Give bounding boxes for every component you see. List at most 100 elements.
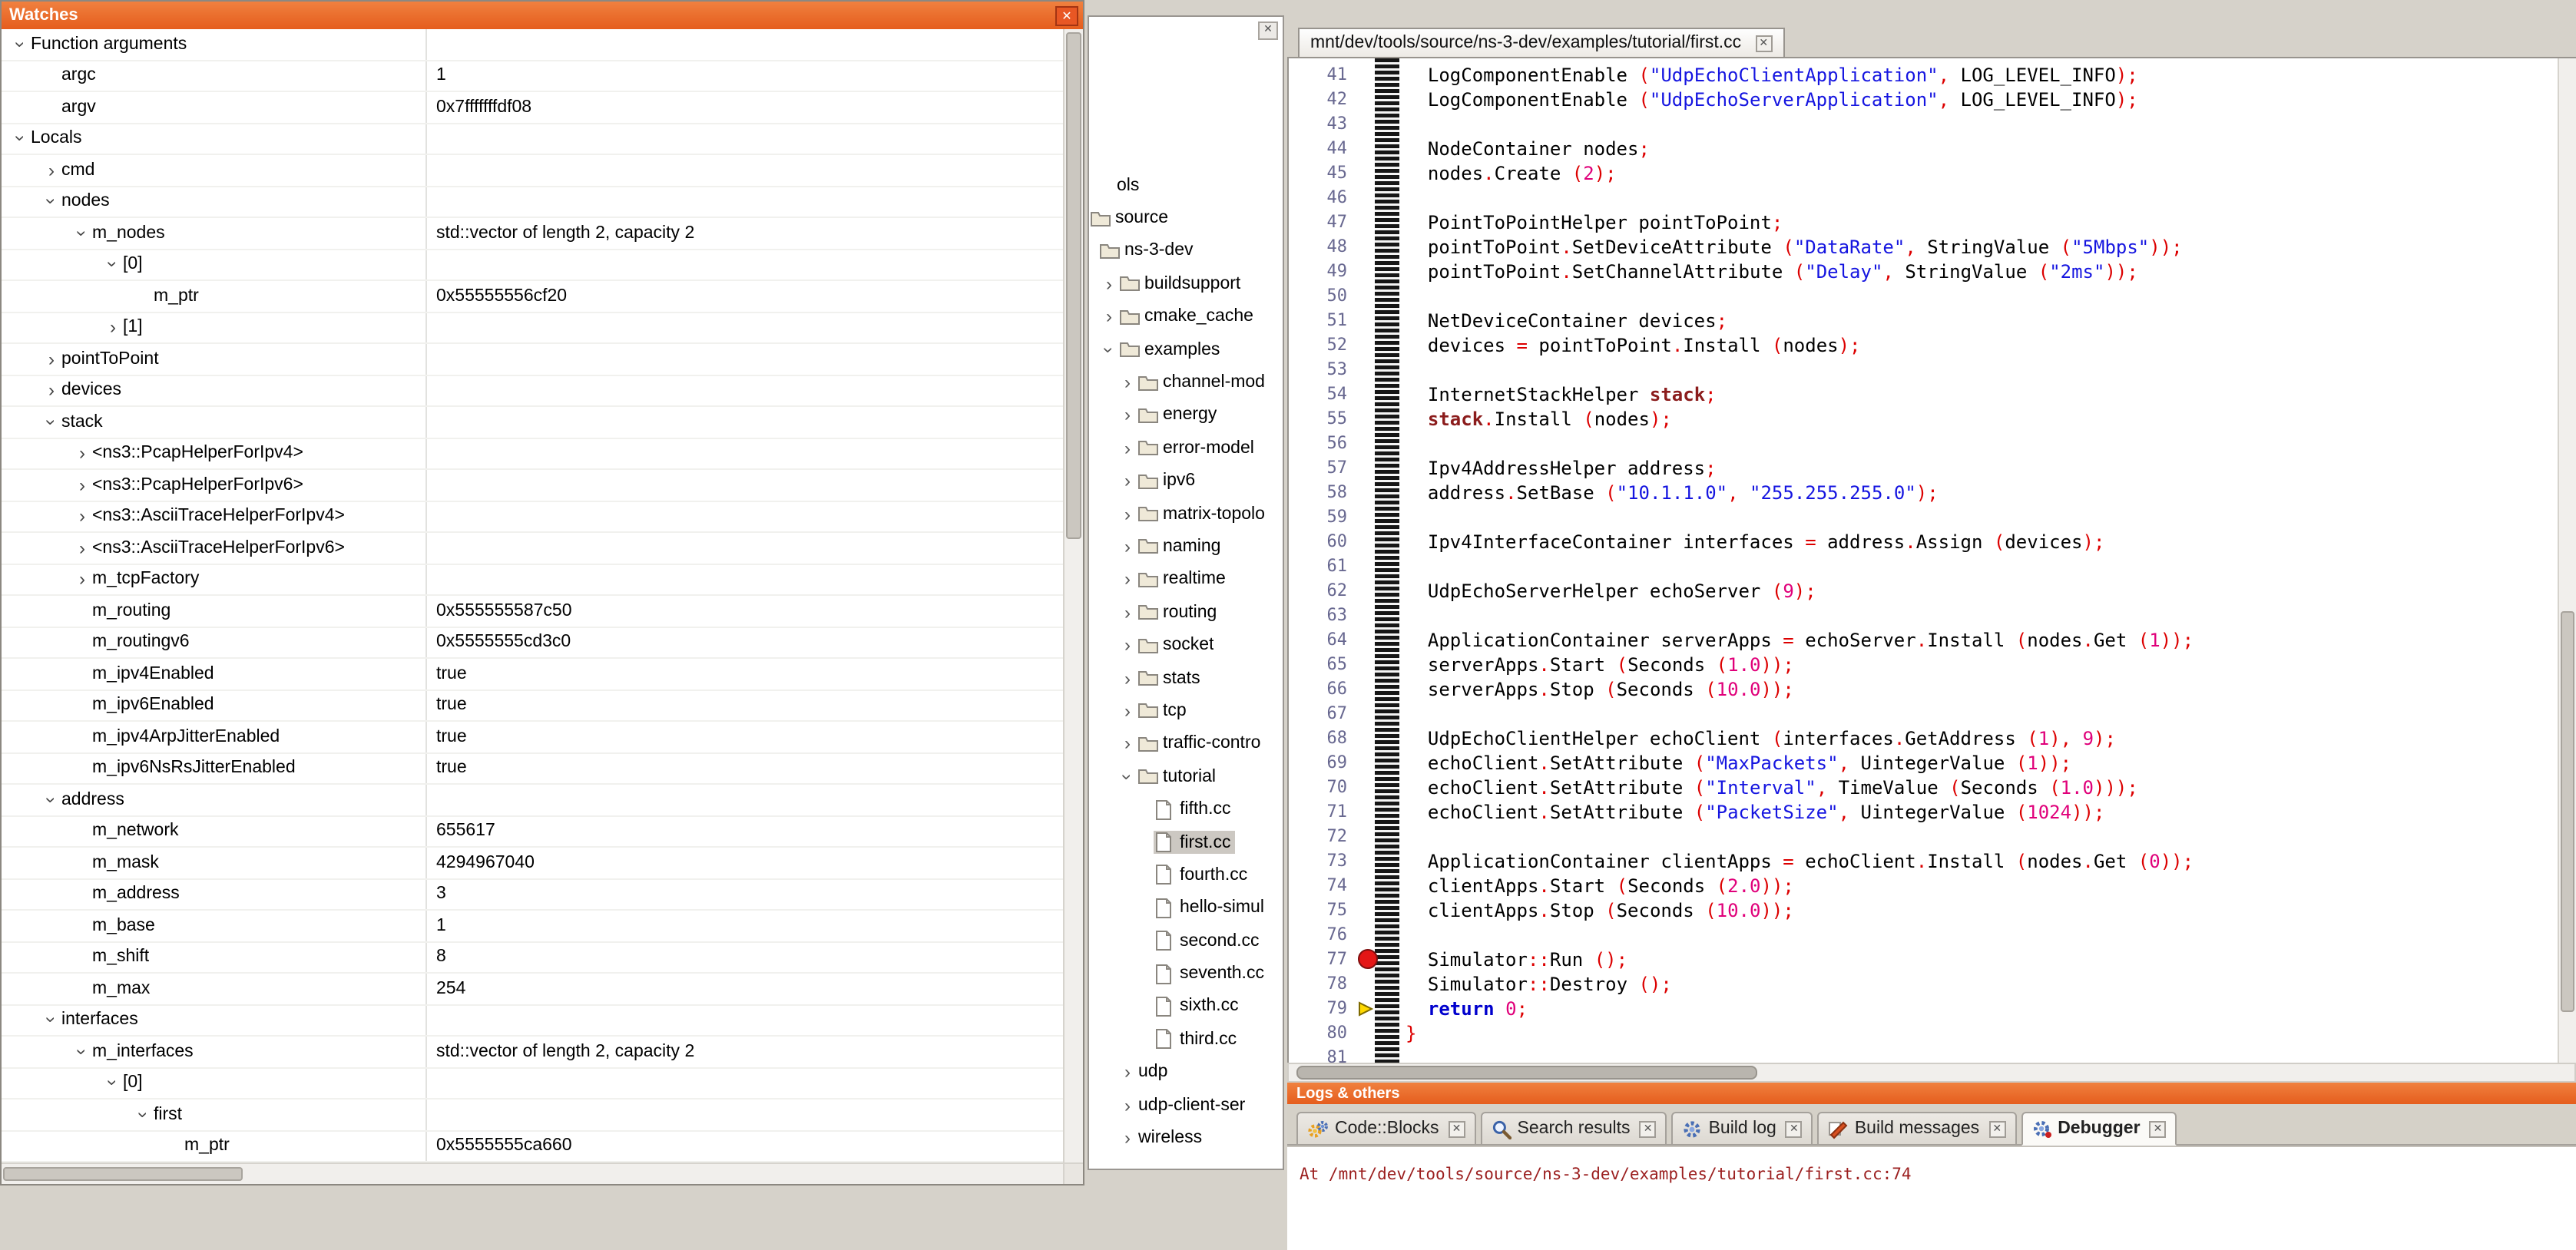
watch-row[interactable]: ›cmd xyxy=(2,155,1063,187)
expand-icon[interactable]: › xyxy=(1118,536,1137,557)
tab-close-icon[interactable]: ✕ xyxy=(1640,1120,1657,1137)
collapse-icon[interactable]: › xyxy=(133,1105,154,1125)
tree-item[interactable]: first.cc xyxy=(1089,826,1283,859)
expand-icon[interactable]: › xyxy=(1118,634,1137,656)
watch-row[interactable]: ›<ns3::AsciiTraceHelperForIpv6> xyxy=(2,533,1063,564)
watch-row[interactable]: m_ipv4Enabledtrue xyxy=(2,659,1063,690)
editor-tab-close-icon[interactable]: ✕ xyxy=(1755,35,1772,51)
watches-close-icon[interactable]: ✕ xyxy=(1055,5,1078,25)
watch-row[interactable]: ›[0] xyxy=(2,1068,1063,1100)
watch-row[interactable]: ›<ns3::AsciiTraceHelperForIpv4> xyxy=(2,501,1063,533)
expand-icon[interactable]: › xyxy=(1118,438,1137,459)
watch-row[interactable]: m_base1 xyxy=(2,911,1063,942)
expand-icon[interactable]: › xyxy=(72,475,92,496)
expand-icon[interactable]: › xyxy=(72,537,92,559)
expand-icon[interactable]: › xyxy=(1118,1061,1137,1083)
collapse-icon[interactable]: › xyxy=(1117,767,1138,785)
logs-titlebar[interactable]: Logs & others xyxy=(1287,1083,2576,1104)
tab-close-icon[interactable]: ✕ xyxy=(2150,1120,2167,1137)
tree-item[interactable]: ›tutorial xyxy=(1089,760,1283,793)
watch-row[interactable]: argv0x7fffffffdf08 xyxy=(2,92,1063,124)
expand-icon[interactable]: › xyxy=(41,380,61,402)
expand-icon[interactable]: › xyxy=(1118,1094,1137,1116)
expand-icon[interactable]: › xyxy=(103,317,123,339)
expand-icon[interactable]: › xyxy=(1100,273,1118,295)
expand-icon[interactable]: › xyxy=(41,349,61,370)
tree-item[interactable]: fourth.cc xyxy=(1089,858,1283,891)
expand-icon[interactable]: › xyxy=(1118,470,1137,491)
tree-item[interactable]: ›channel-mod xyxy=(1089,366,1283,399)
expand-icon[interactable]: › xyxy=(1118,667,1137,689)
tree-item[interactable]: second.cc xyxy=(1089,924,1283,957)
tree-item[interactable]: ›traffic-contro xyxy=(1089,727,1283,760)
editor-vertical-scrollbar[interactable] xyxy=(2558,58,2576,1063)
watch-row[interactable]: ›m_tcpFactory xyxy=(2,564,1063,596)
tree-item[interactable]: ›udp-client-ser xyxy=(1089,1089,1283,1122)
watches-vertical-scrollbar[interactable] xyxy=(1063,29,1083,1162)
watch-row[interactable]: ›address xyxy=(2,785,1063,816)
resize-grip[interactable] xyxy=(1063,1164,1083,1184)
tab-close-icon[interactable]: ✕ xyxy=(1449,1120,1465,1137)
watch-row[interactable]: m_ipv6Enabledtrue xyxy=(2,690,1063,722)
watch-row[interactable]: ›devices xyxy=(2,375,1063,407)
watch-row[interactable]: ›pointToPoint xyxy=(2,344,1063,375)
collapse-icon[interactable]: › xyxy=(71,1042,93,1062)
collapse-icon[interactable]: › xyxy=(102,255,124,275)
logs-tab-build-messages[interactable]: Build messages✕ xyxy=(1818,1112,2016,1146)
collapse-icon[interactable]: › xyxy=(10,129,31,149)
collapse-icon[interactable]: › xyxy=(41,412,62,432)
tree-item[interactable]: third.cc xyxy=(1089,1023,1283,1056)
watch-row[interactable]: m_ipv6NsRsJitterEnabledtrue xyxy=(2,753,1063,785)
expand-icon[interactable]: › xyxy=(1118,602,1137,623)
expand-icon[interactable]: › xyxy=(1118,569,1137,590)
tree-item[interactable]: ›udp xyxy=(1089,1056,1283,1089)
tree-item[interactable]: ns-3-dev xyxy=(1089,235,1283,268)
expand-icon[interactable]: › xyxy=(41,160,61,181)
tree-item[interactable]: ›tcp xyxy=(1089,695,1283,728)
tree-item[interactable]: ›error-model xyxy=(1089,432,1283,465)
watch-row[interactable]: ›interfaces xyxy=(2,1005,1063,1037)
logs-tab-build-log[interactable]: Build log✕ xyxy=(1672,1112,1813,1146)
watch-row[interactable]: m_routingv60x5555555cd3c0 xyxy=(2,627,1063,659)
tree-item[interactable]: ›energy xyxy=(1089,398,1283,432)
tree-item[interactable]: source xyxy=(1089,202,1283,235)
expand-icon[interactable]: › xyxy=(1118,700,1137,722)
watch-row[interactable]: m_max254 xyxy=(2,974,1063,1005)
expand-icon[interactable]: › xyxy=(72,506,92,527)
expand-icon[interactable]: › xyxy=(1118,405,1137,426)
tree-item[interactable]: seventh.cc xyxy=(1089,957,1283,990)
tree-item[interactable]: fifth.cc xyxy=(1089,793,1283,826)
tree-item[interactable]: ›cmake_cache xyxy=(1089,300,1283,333)
editor-horizontal-scrollbar[interactable] xyxy=(1287,1063,2576,1083)
watch-row[interactable]: argc1 xyxy=(2,61,1063,92)
watch-row[interactable]: ›<ns3::PcapHelperForIpv6> xyxy=(2,470,1063,501)
scrollbar-thumb[interactable] xyxy=(3,1167,243,1181)
collapse-icon[interactable]: › xyxy=(41,192,62,212)
code-editor[interactable]: 41 LogComponentEnable ("UdpEchoClientApp… xyxy=(1287,57,2576,1063)
tree-item[interactable]: ›socket xyxy=(1089,629,1283,662)
watch-row[interactable]: m_routing0x555555587c50 xyxy=(2,596,1063,627)
editor-tab[interactable]: mnt/dev/tools/source/ns-3-dev/examples/t… xyxy=(1298,28,1784,57)
tree-item[interactable]: ›examples xyxy=(1089,333,1283,366)
collapse-icon[interactable]: › xyxy=(41,790,62,810)
watch-row[interactable]: m_ptr0x5555555ca660 xyxy=(2,1131,1063,1162)
watches-titlebar[interactable]: Watches ✕ xyxy=(2,2,1083,29)
watch-row[interactable]: ›m_nodesstd::vector of length 2, capacit… xyxy=(2,218,1063,250)
watch-row[interactable]: ›Locals xyxy=(2,124,1063,155)
watch-row[interactable]: m_ptr0x55555556cf20 xyxy=(2,281,1063,312)
tree-item[interactable]: sixth.cc xyxy=(1089,990,1283,1023)
expand-icon[interactable]: › xyxy=(1100,306,1118,328)
tab-close-icon[interactable]: ✕ xyxy=(1786,1120,1803,1137)
watch-row[interactable]: ›first xyxy=(2,1100,1063,1131)
tree-item[interactable]: hello-simul xyxy=(1089,891,1283,924)
watch-row[interactable]: m_ipv4ArpJitterEnabledtrue xyxy=(2,722,1063,753)
expand-icon[interactable]: › xyxy=(1118,372,1137,393)
tab-close-icon[interactable]: ✕ xyxy=(1988,1120,2005,1137)
collapse-icon[interactable]: › xyxy=(1098,340,1120,359)
watch-row[interactable]: ›m_interfacesstd::vector of length 2, ca… xyxy=(2,1037,1063,1068)
scrollbar-thumb[interactable] xyxy=(2561,610,2574,1012)
tree-item[interactable]: ›naming xyxy=(1089,531,1283,564)
expand-icon[interactable]: › xyxy=(1118,1127,1137,1149)
expand-icon[interactable]: › xyxy=(72,443,92,465)
tree-item[interactable]: ›ipv6 xyxy=(1089,465,1283,498)
